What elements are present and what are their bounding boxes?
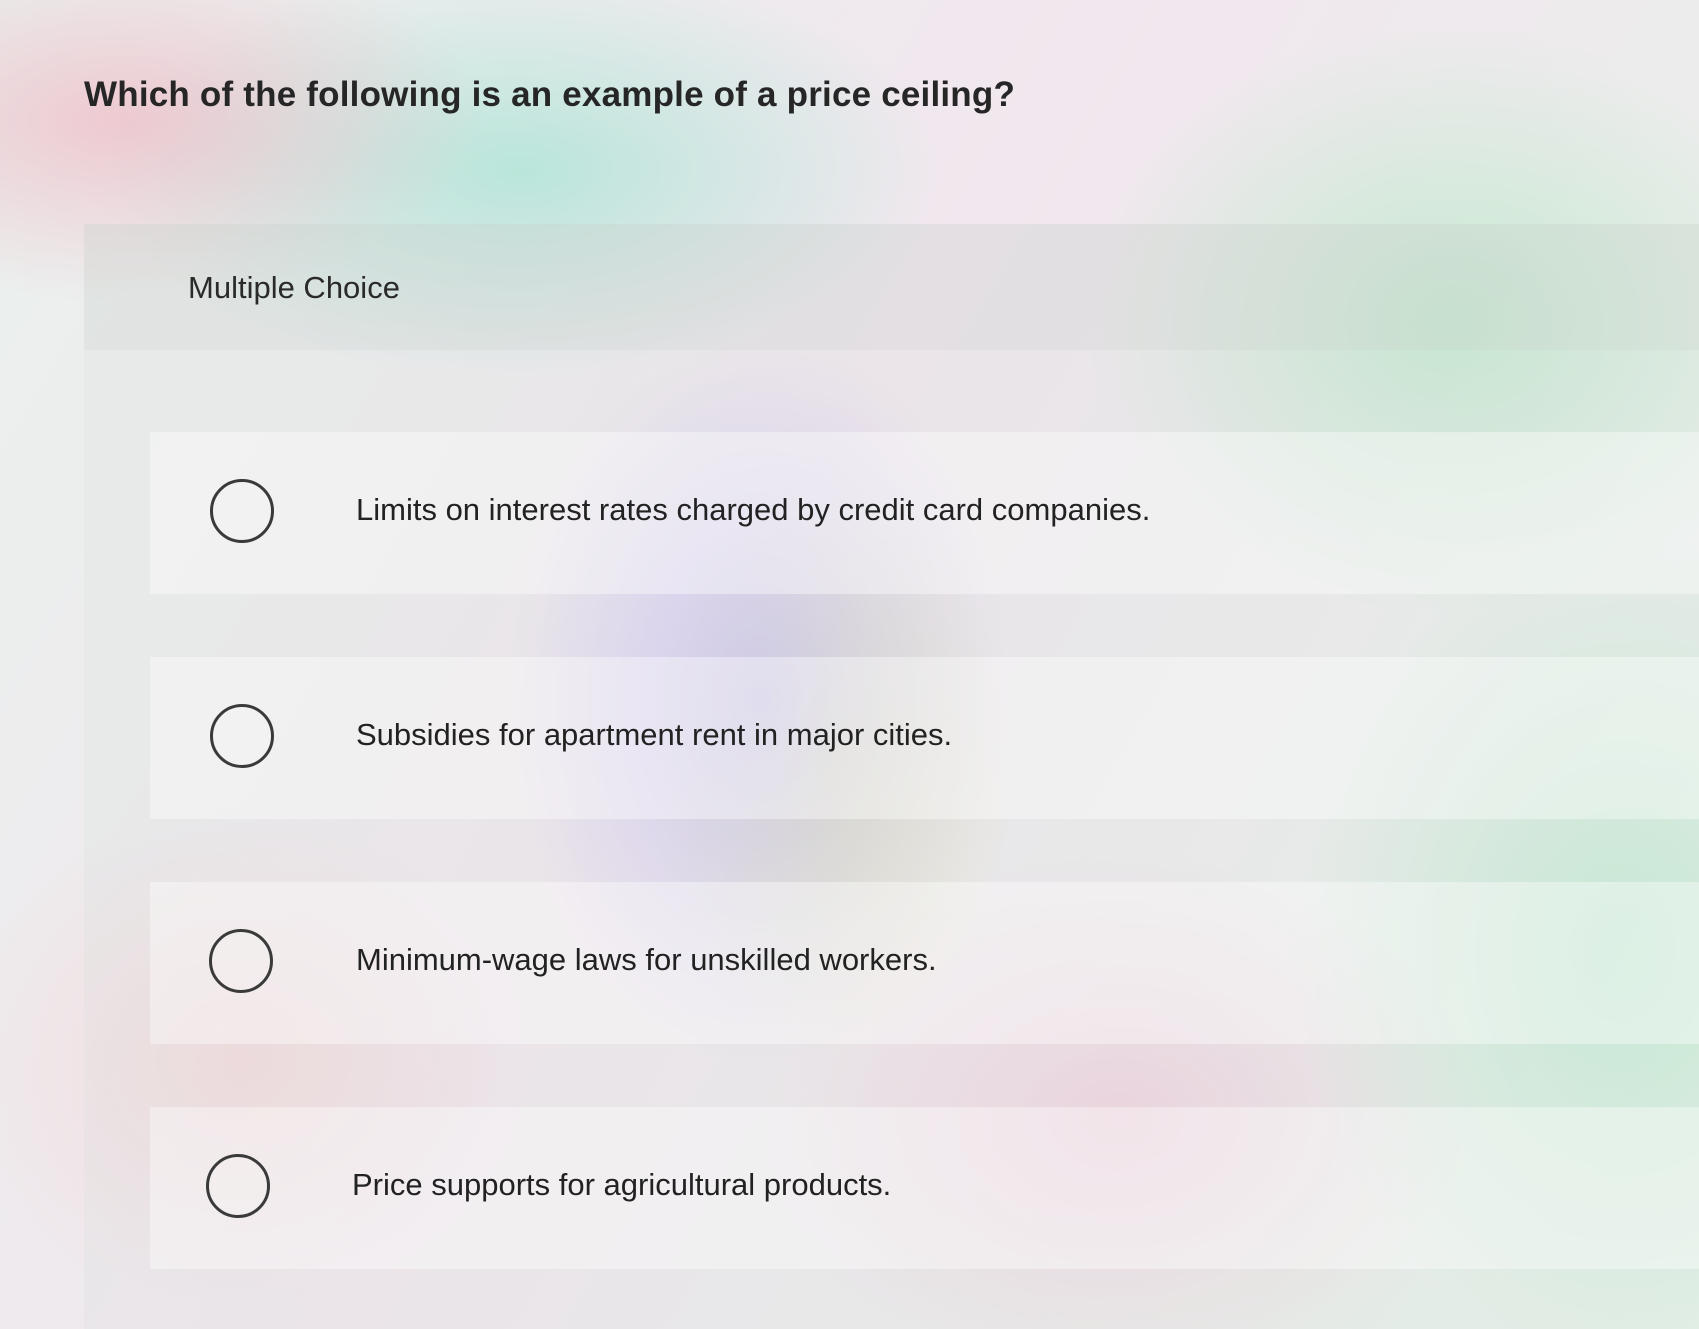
answer-option-label: Limits on interest rates charged by cred… [356, 492, 1151, 527]
radio-button-icon[interactable] [210, 704, 274, 768]
answer-option-1[interactable]: Limits on interest rates charged by cred… [150, 432, 1699, 594]
answer-option-3[interactable]: Minimum-wage laws for unskilled workers. [150, 882, 1699, 1044]
answer-option-label: Price supports for agricultural products… [352, 1167, 892, 1202]
radio-button-icon[interactable] [209, 929, 273, 993]
answer-option-4[interactable]: Price supports for agricultural products… [150, 1107, 1699, 1269]
question-title: Which of the following is an example of … [84, 75, 1016, 115]
radio-button-icon[interactable] [210, 479, 274, 543]
multiple-choice-panel: Multiple Choice Limits on interest rates… [84, 224, 1699, 1329]
answer-option-2[interactable]: Subsidies for apartment rent in major ci… [150, 657, 1699, 819]
answer-option-label: Subsidies for apartment rent in major ci… [356, 717, 953, 752]
quiz-page: Which of the following is an example of … [0, 0, 1699, 1329]
radio-button-icon[interactable] [206, 1154, 270, 1218]
answer-option-label: Minimum-wage laws for unskilled workers. [356, 942, 937, 977]
answer-options-list: Limits on interest rates charged by cred… [84, 224, 1699, 1329]
